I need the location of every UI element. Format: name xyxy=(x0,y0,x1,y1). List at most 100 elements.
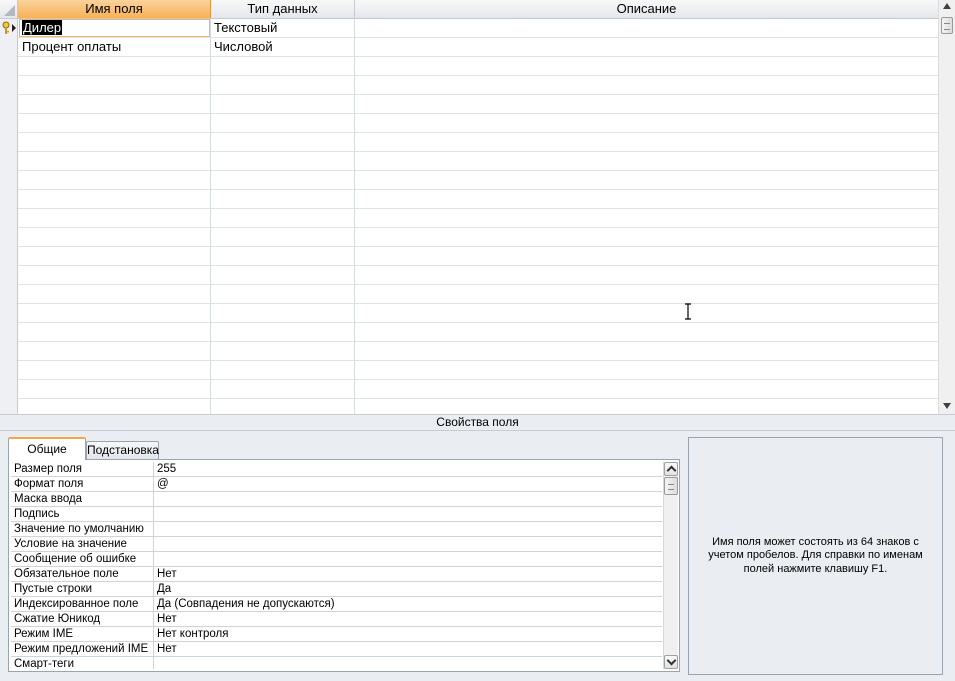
row-selector[interactable] xyxy=(0,209,18,228)
property-name: Режим предложений IME xyxy=(11,642,154,656)
row-selector[interactable] xyxy=(0,190,18,209)
select-all-corner[interactable] xyxy=(0,0,18,18)
property-row[interactable]: Обязательное поле Нет xyxy=(11,567,662,582)
row-selector[interactable] xyxy=(0,114,18,133)
row-selector[interactable] xyxy=(0,285,18,304)
table-row[interactable] xyxy=(0,247,938,266)
table-row[interactable] xyxy=(0,399,938,414)
property-name: Размер поля xyxy=(11,462,154,476)
property-name: Режим IME xyxy=(11,627,154,641)
row-selector[interactable] xyxy=(0,228,18,247)
column-header-data-type[interactable]: Тип данных xyxy=(211,0,355,18)
table-row[interactable] xyxy=(0,114,938,133)
row-selector[interactable] xyxy=(0,95,18,114)
property-row[interactable]: Пустые строки Да xyxy=(11,582,662,597)
scroll-down-button[interactable] xyxy=(664,655,678,669)
property-row[interactable]: Формат поля @ xyxy=(11,477,662,492)
column-header-field-name[interactable]: Имя поля xyxy=(18,0,211,18)
property-row[interactable]: Маска ввода xyxy=(11,492,662,507)
table-row[interactable] xyxy=(0,304,938,323)
property-row[interactable]: Индексированное поле Да (Совпадения не до… xyxy=(11,597,662,612)
property-value[interactable]: Нет xyxy=(154,567,662,581)
table-row[interactable] xyxy=(0,323,938,342)
property-value[interactable]: Нет контроля xyxy=(154,627,662,641)
data-type-cell[interactable]: Числовой xyxy=(211,38,354,56)
property-row[interactable]: Условие на значение xyxy=(11,537,662,552)
property-row[interactable]: Сжатие Юникод Нет xyxy=(11,612,662,627)
row-selector[interactable] xyxy=(0,399,18,414)
field-properties-pane: Свойства поля Общие Подстановка Размер п… xyxy=(0,414,955,681)
property-value[interactable]: @ xyxy=(154,477,662,491)
property-name: Формат поля xyxy=(11,477,154,491)
table-row[interactable] xyxy=(0,228,938,247)
properties-scrollbar[interactable] xyxy=(663,462,678,669)
property-row[interactable]: Сообщение об ошибке xyxy=(11,552,662,567)
grid-vertical-scrollbar[interactable] xyxy=(938,0,955,414)
property-value[interactable] xyxy=(154,507,662,521)
table-row[interactable] xyxy=(0,380,938,399)
property-row[interactable]: Смарт-теги xyxy=(11,657,662,669)
table-row[interactable] xyxy=(0,190,938,209)
scroll-thumb[interactable] xyxy=(664,477,678,495)
row-selector[interactable] xyxy=(0,76,18,95)
field-name-cell[interactable]: Дилер xyxy=(19,19,210,37)
scroll-down-arrow-icon[interactable] xyxy=(943,403,951,409)
row-selector[interactable] xyxy=(0,152,18,171)
data-type-cell[interactable]: Текстовый xyxy=(211,19,354,37)
row-selector[interactable] xyxy=(0,266,18,285)
tab-lookup[interactable]: Подстановка xyxy=(86,441,159,459)
table-row[interactable]: Процент оплаты Числовой xyxy=(0,38,938,57)
column-header-description[interactable]: Описание xyxy=(355,0,938,18)
table-row[interactable] xyxy=(0,152,938,171)
row-selector[interactable] xyxy=(0,380,18,399)
property-value[interactable] xyxy=(154,657,662,669)
table-row[interactable] xyxy=(0,266,938,285)
description-cell[interactable] xyxy=(355,19,938,37)
table-row[interactable] xyxy=(0,209,938,228)
row-selector[interactable] xyxy=(0,247,18,266)
row-selector[interactable] xyxy=(0,19,18,38)
properties-panel: Размер поля 255 Формат поля @ Маска ввода Под… xyxy=(8,459,680,672)
property-name: Маска ввода xyxy=(11,492,154,506)
row-selector[interactable] xyxy=(0,171,18,190)
table-row[interactable] xyxy=(0,342,938,361)
table-row[interactable] xyxy=(0,285,938,304)
property-value[interactable]: Да xyxy=(154,582,662,596)
property-value[interactable] xyxy=(154,492,662,506)
property-value[interactable]: Нет xyxy=(154,612,662,626)
scroll-up-arrow-icon[interactable] xyxy=(943,3,951,9)
row-selector[interactable] xyxy=(0,323,18,342)
row-selector[interactable] xyxy=(0,57,18,76)
scroll-thumb[interactable] xyxy=(941,17,953,34)
row-selector[interactable] xyxy=(0,342,18,361)
property-row[interactable]: Размер поля 255 xyxy=(11,462,662,477)
tab-general[interactable]: Общие xyxy=(8,437,86,460)
property-name: Сообщение об ошибке xyxy=(11,552,154,566)
property-row[interactable]: Подпись xyxy=(11,507,662,522)
property-value[interactable] xyxy=(154,522,662,536)
table-row[interactable] xyxy=(0,57,938,76)
table-row[interactable] xyxy=(0,95,938,114)
table-row[interactable] xyxy=(0,361,938,380)
grid-header: Имя поля Тип данных Описание xyxy=(0,0,938,19)
table-row[interactable] xyxy=(0,133,938,152)
row-selector[interactable] xyxy=(0,38,18,57)
property-row[interactable]: Режим предложений IME Нет xyxy=(11,642,662,657)
description-cell[interactable] xyxy=(355,38,938,56)
property-value[interactable]: Да (Совпадения не допускаются) xyxy=(154,597,662,611)
row-selector[interactable] xyxy=(0,361,18,380)
table-row[interactable] xyxy=(0,76,938,95)
field-design-grid: Имя поля Тип данных Описание Дилер Тексто… xyxy=(0,0,955,414)
property-value[interactable]: Нет xyxy=(154,642,662,656)
field-name-cell[interactable]: Процент оплаты xyxy=(19,38,210,56)
property-row[interactable]: Режим IME Нет контроля xyxy=(11,627,662,642)
table-row[interactable] xyxy=(0,171,938,190)
property-row[interactable]: Значение по умолчанию xyxy=(11,522,662,537)
row-selector[interactable] xyxy=(0,304,18,323)
property-value[interactable]: 255 xyxy=(154,462,662,476)
property-value[interactable] xyxy=(154,537,662,551)
row-selector[interactable] xyxy=(0,133,18,152)
property-value[interactable] xyxy=(154,552,662,566)
table-row[interactable]: Дилер Текстовый xyxy=(0,19,938,38)
scroll-up-button[interactable] xyxy=(664,462,678,476)
